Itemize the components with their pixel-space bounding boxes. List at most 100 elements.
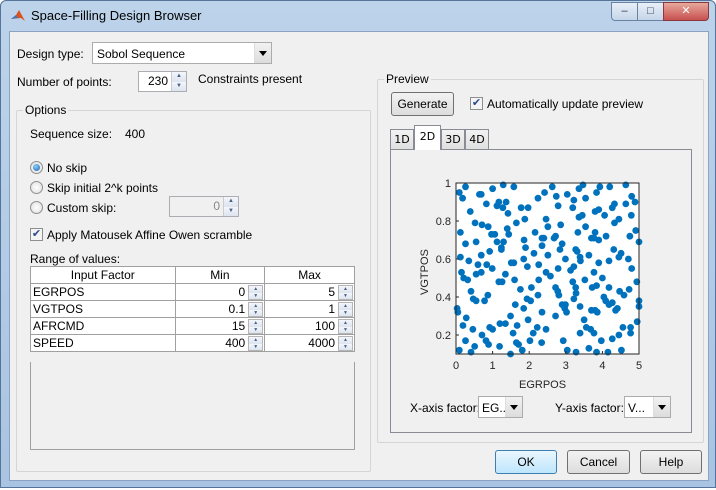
data-point [489, 185, 496, 193]
data-point [462, 337, 469, 345]
data-point [497, 246, 505, 253]
data-point [538, 308, 546, 316]
data-point [488, 265, 496, 272]
data-point [459, 322, 467, 329]
data-point [502, 270, 509, 278]
data-point [485, 341, 492, 348]
y-tick-label: 1 [445, 178, 451, 190]
data-point [534, 291, 542, 299]
data-point [462, 183, 469, 191]
data-point [471, 219, 479, 227]
data-point [476, 191, 483, 198]
data-point [504, 210, 512, 217]
data-point [507, 312, 514, 320]
data-point [593, 189, 600, 196]
data-point [498, 278, 506, 286]
data-point [626, 232, 634, 240]
data-point [469, 325, 477, 333]
data-point [580, 316, 588, 324]
data-point [454, 308, 462, 316]
data-point [455, 189, 463, 196]
data-point [522, 244, 529, 252]
data-point [513, 322, 521, 329]
data-point [496, 343, 503, 350]
data-point [570, 263, 578, 270]
data-point [462, 314, 470, 322]
data-point [518, 346, 526, 354]
data-point [605, 284, 613, 291]
y-factor-dropdown[interactable]: V... [624, 396, 671, 418]
x-factor-dropdown[interactable]: EG... [478, 396, 523, 418]
data-point [581, 276, 589, 284]
data-point [605, 257, 613, 265]
data-point [520, 236, 528, 244]
data-point [614, 305, 621, 312]
data-point [562, 255, 569, 263]
data-point [547, 272, 554, 280]
data-point [511, 301, 519, 308]
data-point [574, 229, 582, 236]
data-point [624, 255, 632, 263]
data-point [478, 331, 486, 339]
tab-2d[interactable]: 2D [414, 125, 441, 150]
x-tick-label: 4 [599, 360, 605, 372]
data-point [535, 276, 543, 284]
data-point [608, 204, 616, 212]
data-point [534, 194, 542, 202]
ok-button[interactable]: OK [495, 450, 557, 474]
data-point [615, 215, 623, 223]
data-point [601, 211, 608, 219]
data-point [529, 329, 537, 337]
data-point [486, 248, 494, 255]
data-point [606, 183, 614, 191]
data-point [484, 223, 492, 231]
data-point [628, 265, 636, 272]
data-point [481, 297, 488, 305]
data-point [559, 337, 567, 345]
scatter-chart: 0 1 2 3 4 5 0.2 0.4 0.6 0.8 1 EGRPOS VGTPOS [419, 178, 643, 391]
cancel-button[interactable]: Cancel [567, 450, 630, 474]
chevron-down-icon [653, 397, 670, 417]
data-point [459, 194, 466, 202]
x-tick-label: 3 [563, 360, 569, 372]
y-axis-label: VGTPOS [419, 249, 431, 295]
data-point [582, 223, 589, 231]
data-point [527, 284, 535, 291]
data-point [576, 329, 584, 337]
x-tick-label: 1 [490, 360, 496, 372]
data-point [467, 287, 475, 295]
data-point [489, 325, 496, 333]
data-point [599, 274, 606, 282]
data-point [466, 208, 474, 215]
data-point [499, 204, 507, 212]
data-point [511, 276, 518, 284]
data-point [493, 238, 501, 246]
data-point [595, 206, 603, 214]
data-point [627, 324, 634, 331]
data-point [595, 259, 603, 267]
data-point [503, 225, 511, 233]
data-point [524, 316, 532, 324]
data-point [633, 318, 641, 326]
data-point [576, 303, 584, 310]
help-button[interactable]: Help [640, 450, 702, 474]
data-point [555, 291, 563, 299]
data-point [464, 276, 472, 284]
data-point [538, 242, 546, 250]
data-point [515, 341, 522, 348]
data-point [524, 204, 532, 212]
x-tick-label: 2 [526, 360, 532, 372]
y-tick-label: 0.2 [436, 330, 451, 342]
data-point [455, 346, 463, 354]
x-tick-label: 5 [636, 360, 642, 372]
data-point [552, 312, 559, 320]
data-point [477, 268, 485, 276]
data-point [578, 211, 586, 219]
data-point [602, 232, 610, 240]
data-point [585, 251, 593, 259]
data-point [554, 265, 562, 272]
data-point [617, 249, 625, 257]
data-point [474, 261, 482, 269]
data-point [585, 344, 593, 352]
chevron-down-icon [505, 397, 522, 417]
